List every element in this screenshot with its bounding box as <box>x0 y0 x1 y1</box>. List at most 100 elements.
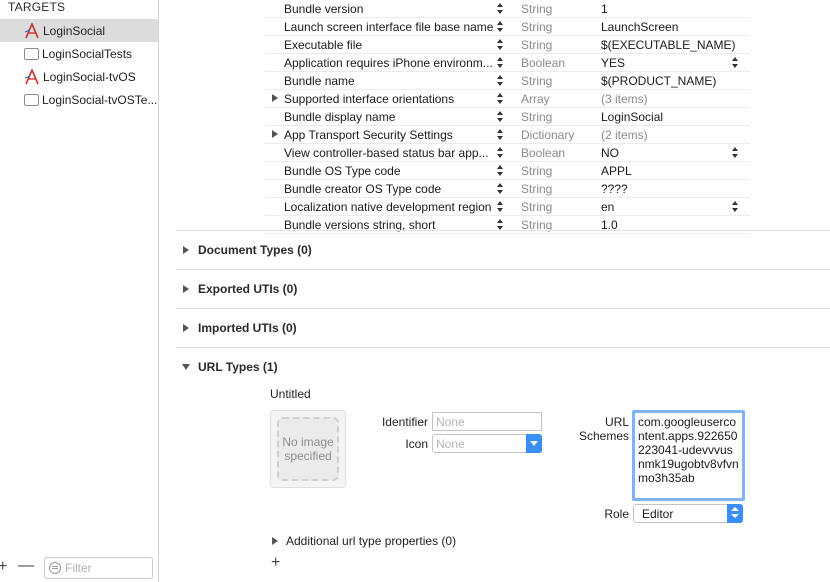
plist-value[interactable]: LoginSocial <box>601 110 663 124</box>
chevron-down-icon <box>526 434 542 453</box>
plist-key: Application requires iPhone environm... <box>284 55 493 70</box>
plist-row[interactable]: Supported interface orientations Array (… <box>265 90 750 108</box>
role-select[interactable]: Editor <box>633 504 743 523</box>
info-editor: Bundle version String 1 Launch screen in… <box>160 0 830 582</box>
test-bundle-icon <box>24 94 39 106</box>
plist-type: String <box>521 19 553 34</box>
plist-row[interactable]: Application requires iPhone environm... … <box>265 54 750 72</box>
plist-type: Boolean <box>521 145 566 160</box>
target-label: LoginSocial-tvOSTe... <box>42 92 158 107</box>
plist-value[interactable]: 1 <box>601 2 608 16</box>
section-imported-utis[interactable]: Imported UTIs (0) <box>176 308 830 347</box>
value-stepper-icon[interactable] <box>731 201 739 213</box>
key-stepper-icon[interactable] <box>496 3 504 15</box>
key-stepper-icon[interactable] <box>496 165 504 177</box>
plist-value[interactable]: YES <box>601 56 625 70</box>
filter-placeholder: Filter <box>65 561 92 575</box>
plist-value[interactable]: APPL <box>601 164 632 178</box>
plist-row[interactable]: Launch screen interface file base name S… <box>265 18 750 36</box>
plist-value[interactable]: $(PRODUCT_NAME) <box>601 74 716 88</box>
plist-type: String <box>521 73 553 88</box>
remove-target-button[interactable]: — <box>18 557 34 575</box>
plist-row[interactable]: Bundle creator OS Type code String ???? <box>265 180 750 198</box>
target-item-loginsocial-tvos[interactable]: LoginSocial-tvOS <box>0 65 158 88</box>
target-label: LoginSocial-tvOS <box>43 69 136 84</box>
key-stepper-icon[interactable] <box>496 147 504 159</box>
updown-chevron-icon <box>727 504 743 523</box>
key-stepper-icon[interactable] <box>496 201 504 213</box>
key-stepper-icon[interactable] <box>496 57 504 69</box>
key-stepper-icon[interactable] <box>496 183 504 195</box>
plist-key: Bundle creator OS Type code <box>284 181 442 196</box>
key-stepper-icon[interactable] <box>496 129 504 141</box>
additional-url-type-properties[interactable]: Additional url type properties (0) <box>286 534 456 548</box>
plist-row[interactable]: Bundle name String $(PRODUCT_NAME) <box>265 72 750 90</box>
identifier-field[interactable]: None <box>432 412 542 431</box>
plist-row[interactable]: Bundle display name String LoginSocial <box>265 108 750 126</box>
target-item-loginsocial-tvostests[interactable]: LoginSocial-tvOSTe... <box>0 88 158 111</box>
disclosure-triangle-icon[interactable] <box>272 94 278 102</box>
url-schemes-field[interactable]: com.googleusercontent.apps.922650223041-… <box>632 410 745 501</box>
disclosure-triangle-icon[interactable] <box>272 537 278 545</box>
disclosure-triangle-icon[interactable] <box>183 285 189 293</box>
add-target-button[interactable]: + <box>0 558 7 576</box>
filter-icon <box>49 562 61 574</box>
plist-value[interactable]: NO <box>601 146 619 160</box>
plist-key: Bundle name <box>284 73 355 88</box>
plist-key: Executable file <box>284 37 363 52</box>
plist-type: String <box>521 181 553 196</box>
plist-key: Supported interface orientations <box>284 91 455 106</box>
key-stepper-icon[interactable] <box>496 111 504 123</box>
icon-select[interactable]: None <box>432 434 542 453</box>
key-stepper-icon[interactable] <box>496 75 504 87</box>
section-document-types[interactable]: Document Types (0) <box>176 230 830 269</box>
url-type-image-well[interactable]: No image specified <box>270 410 346 488</box>
disclosure-triangle-icon[interactable] <box>182 364 190 370</box>
app-icon <box>24 67 40 85</box>
value-stepper-icon[interactable] <box>731 57 739 69</box>
add-url-type-button[interactable]: + <box>271 554 280 572</box>
plist-key: Bundle OS Type code <box>284 163 401 178</box>
plist-value[interactable]: en <box>601 200 614 214</box>
plist-value[interactable]: $(EXECUTABLE_NAME) <box>601 38 735 52</box>
plist-value[interactable]: LaunchScreen <box>601 20 678 34</box>
section-title: Document Types (0) <box>198 243 312 257</box>
target-item-loginsocialtests[interactable]: LoginSocialTests <box>0 42 158 65</box>
section-title: Imported UTIs (0) <box>198 321 297 335</box>
disclosure-triangle-icon[interactable] <box>183 246 189 254</box>
sidebar-footer: + — Filter <box>0 554 158 582</box>
target-label: LoginSocial <box>43 23 106 38</box>
plist-key: App Transport Security Settings <box>284 127 453 142</box>
plist-row[interactable]: Localization native development region S… <box>265 198 750 216</box>
custom-target-properties-table: Bundle version String 1 Launch screen in… <box>265 0 750 234</box>
plist-type: Boolean <box>521 55 566 70</box>
filter-field[interactable]: Filter <box>44 557 153 579</box>
url-schemes-label: URL Schemes <box>578 415 629 443</box>
plist-row[interactable]: App Transport Security Settings Dictiona… <box>265 126 750 144</box>
plist-value[interactable]: ???? <box>601 182 628 196</box>
key-stepper-icon[interactable] <box>496 21 504 33</box>
value-stepper-icon[interactable] <box>731 147 739 159</box>
plist-row[interactable]: Bundle OS Type code String APPL <box>265 162 750 180</box>
targets-sidebar: TARGETS LoginSocial LoginSocialTests Log… <box>0 0 159 582</box>
targets-header: TARGETS <box>8 0 66 14</box>
target-item-loginsocial[interactable]: LoginSocial <box>0 19 158 42</box>
disclosure-triangle-icon[interactable] <box>272 130 278 138</box>
section-url-types[interactable]: URL Types (1) <box>176 347 830 386</box>
plist-key: Localization native development region <box>284 199 492 214</box>
icon-select-value: None <box>436 437 465 451</box>
identifier-label: Identifier <box>381 415 428 429</box>
key-stepper-icon[interactable] <box>496 93 504 105</box>
plist-key: View controller-based status bar app... <box>284 145 489 160</box>
plist-row[interactable]: View controller-based status bar app... … <box>265 144 750 162</box>
plist-row[interactable]: Executable file String $(EXECUTABLE_NAME… <box>265 36 750 54</box>
plist-type: String <box>521 199 553 214</box>
disclosure-triangle-icon[interactable] <box>183 324 189 332</box>
image-placeholder: No image specified <box>277 417 339 481</box>
section-exported-utis[interactable]: Exported UTIs (0) <box>176 269 830 308</box>
key-stepper-icon[interactable] <box>496 39 504 51</box>
plist-value: (2 items) <box>601 127 648 142</box>
role-label: Role <box>604 507 629 521</box>
plist-row[interactable]: Bundle version String 1 <box>265 0 750 18</box>
icon-label: Icon <box>405 437 428 451</box>
